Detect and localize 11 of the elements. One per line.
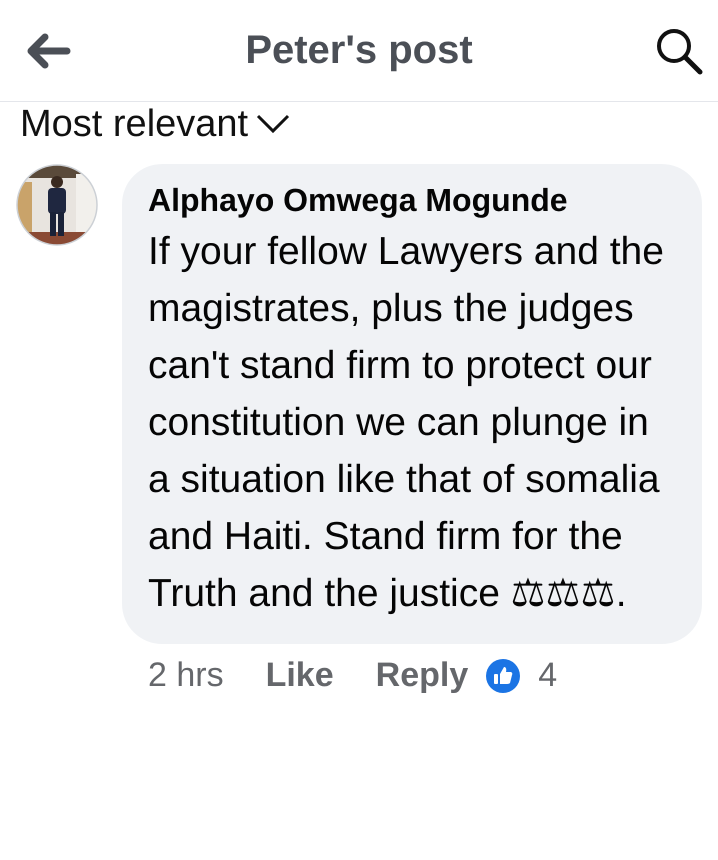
back-arrow-icon[interactable] bbox=[27, 32, 71, 68]
comment-action-link[interactable]: Like bbox=[266, 656, 334, 695]
chevron-down-icon[interactable] bbox=[256, 114, 290, 134]
like-reaction-icon bbox=[486, 658, 520, 692]
post-title: Peter's post bbox=[245, 28, 473, 73]
comment-time: 2 hrs bbox=[148, 656, 224, 695]
author-name[interactable]: Alphayo Omwega Mogunde bbox=[148, 182, 680, 219]
sort-dropdown[interactable]: Most relevant bbox=[20, 102, 248, 146]
reaction-count: 4 bbox=[538, 656, 558, 695]
comment-text: If your fellow Lawyers and the magistrates, plus the judges can't stand firm to protect our constitution we can plunge in a situation like that of somalia and Haiti. Stand firm for the Truth and the justice ⚖⚖⚖. bbox=[148, 229, 665, 617]
comment-action-link[interactable]: Reply bbox=[376, 656, 468, 695]
